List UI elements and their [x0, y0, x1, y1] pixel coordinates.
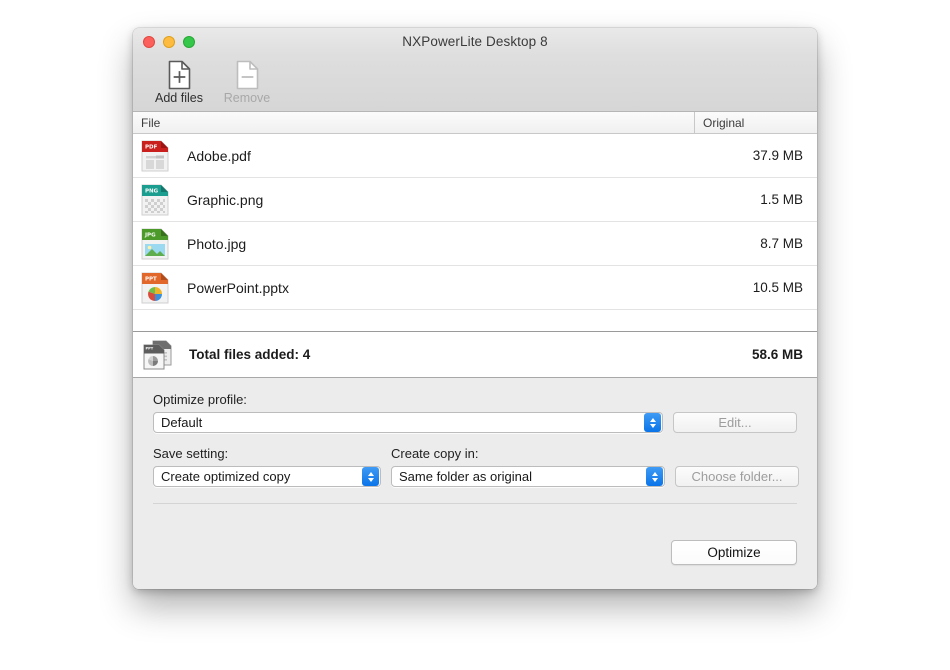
optimize-profile-value: Default	[161, 415, 203, 430]
table-row[interactable]: PNG Graphic.png 1.5 MB	[133, 178, 817, 222]
optimize-profile-row: Default Edit...	[153, 412, 797, 433]
create-copy-label: Create copy in:	[391, 446, 479, 461]
file-name: Graphic.png	[187, 191, 264, 208]
svg-text:JPG: JPG	[144, 232, 156, 238]
window-title: NXPowerLite Desktop 8	[402, 34, 548, 49]
toolbar: Add files Remove	[133, 56, 817, 112]
edit-profile-button[interactable]: Edit...	[673, 412, 797, 433]
file-name: PowerPoint.pptx	[187, 279, 289, 296]
jpg-file-icon: JPG	[137, 227, 173, 261]
column-header-file[interactable]: File	[133, 116, 694, 130]
chevron-updown-icon[interactable]	[644, 413, 661, 432]
create-copy-value: Same folder as original	[399, 469, 532, 484]
save-setting-select[interactable]: Create optimized copy	[153, 466, 381, 487]
create-copy-group: Create copy in: Same folder as original	[391, 446, 665, 487]
footer: Optimize	[671, 540, 797, 565]
file-size: 10.5 MB	[752, 280, 803, 295]
file-size: 8.7 MB	[760, 236, 803, 251]
pdf-file-icon: PDF	[137, 139, 173, 173]
totals-label: Total files added: 4	[189, 347, 311, 362]
optimize-button[interactable]: Optimize	[671, 540, 797, 565]
totals-row: PPT Total files added: 4 58.6 MB	[133, 332, 817, 378]
remove-label: Remove	[223, 91, 271, 105]
document-plus-icon	[167, 60, 192, 90]
save-setting-value: Create optimized copy	[161, 469, 291, 484]
settings-divider	[153, 503, 797, 504]
file-table-body[interactable]: PDF Adobe.pdf 37.9 MB PNG Graphic.png 1.…	[133, 134, 817, 332]
svg-text:PDF: PDF	[145, 144, 158, 150]
chevron-updown-icon[interactable]	[362, 467, 379, 486]
pptx-file-icon: PPT	[137, 271, 173, 305]
empty-table-row	[133, 310, 817, 331]
file-size: 1.5 MB	[760, 192, 803, 207]
choose-folder-button[interactable]: Choose folder...	[675, 466, 799, 487]
document-minus-icon	[235, 60, 260, 90]
stacked-files-icon: PPT	[137, 338, 181, 372]
remove-button[interactable]: Remove	[213, 58, 281, 105]
title-bar: NXPowerLite Desktop 8	[133, 28, 817, 56]
file-table-header: File Original	[133, 112, 817, 134]
chevron-updown-icon[interactable]	[646, 467, 663, 486]
optimize-profile-label: Optimize profile:	[153, 392, 247, 407]
svg-text:PPT: PPT	[145, 276, 157, 282]
add-files-label: Add files	[155, 91, 203, 105]
svg-text:PNG: PNG	[145, 188, 159, 194]
table-row[interactable]: PPT PowerPoint.pptx 10.5 MB	[133, 266, 817, 310]
column-header-original[interactable]: Original	[694, 112, 817, 133]
create-copy-select[interactable]: Same folder as original	[391, 466, 665, 487]
choose-folder-group: Choose folder...	[675, 446, 799, 487]
file-name: Photo.jpg	[187, 235, 247, 252]
totals-size: 58.6 MB	[751, 347, 803, 362]
settings-panel: Optimize profile: Default Edit... Save s…	[133, 378, 817, 589]
app-window: NXPowerLite Desktop 8 Add files Remove F…	[133, 28, 817, 589]
png-file-icon: PNG	[137, 183, 173, 217]
save-setting-group: Save setting: Create optimized copy	[153, 446, 381, 487]
table-row[interactable]: JPG Photo.jpg 8.7 MB	[133, 222, 817, 266]
table-row[interactable]: PDF Adobe.pdf 37.9 MB	[133, 134, 817, 178]
save-options-row: Save setting: Create optimized copy Crea…	[153, 446, 799, 487]
file-name: Adobe.pdf	[187, 147, 251, 164]
save-setting-label: Save setting:	[153, 446, 229, 461]
optimize-profile-select[interactable]: Default	[153, 412, 663, 433]
svg-text:PPT: PPT	[146, 346, 154, 350]
file-size: 37.9 MB	[752, 148, 803, 163]
add-files-button[interactable]: Add files	[145, 58, 213, 105]
